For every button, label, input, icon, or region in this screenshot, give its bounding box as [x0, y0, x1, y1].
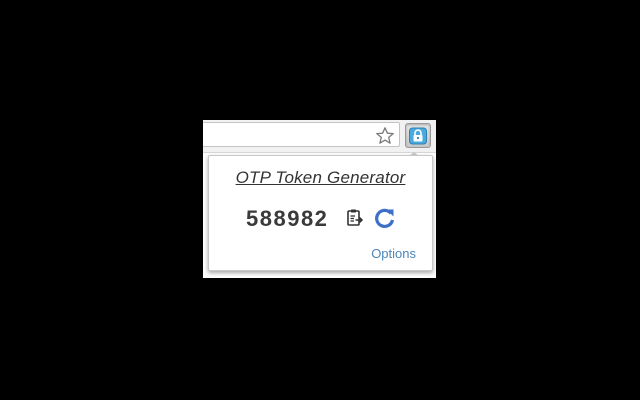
otp-popup: OTP Token Generator 588982 Options: [208, 155, 433, 271]
browser-toolbar: [203, 120, 436, 153]
address-bar[interactable]: [203, 122, 400, 147]
refresh-button[interactable]: [374, 207, 396, 229]
popup-title: OTP Token Generator: [235, 168, 406, 187]
browser-window: OTP Token Generator 588982 Options: [203, 120, 436, 278]
extension-button[interactable]: [405, 123, 431, 148]
options-link[interactable]: Options: [371, 246, 416, 261]
star-icon[interactable]: [375, 126, 395, 146]
clipboard-copy-icon: [347, 209, 364, 226]
copy-button[interactable]: [345, 208, 365, 228]
refresh-icon: [375, 208, 395, 228]
otp-token: 588982: [246, 206, 329, 231]
lock-badge-icon: [409, 127, 427, 145]
token-row: 588982: [209, 204, 432, 232]
